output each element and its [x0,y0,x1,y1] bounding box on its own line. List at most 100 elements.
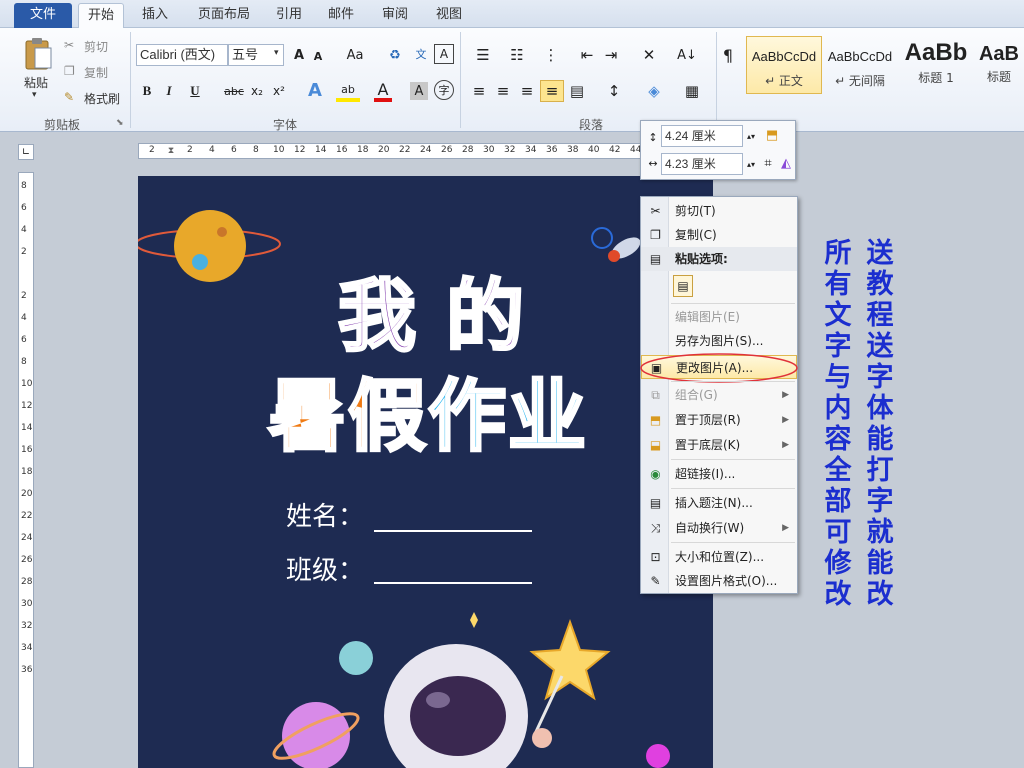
tab-page-layout[interactable]: 页面布局 [188,3,260,28]
line-spacing-icon[interactable]: ↕ [600,80,628,102]
subscript-button[interactable]: x₂ [248,80,266,102]
multilevel-list-icon[interactable]: ⋮ [536,44,566,66]
group-divider [716,32,717,128]
style-no-spacing[interactable]: AaBbCcDd ↵ 无间隔 [822,36,898,94]
rotate-icon[interactable]: ◭ [777,153,795,173]
superscript-button[interactable]: x² [270,80,288,102]
menu-item-copy[interactable]: ❐ 复制(C) [641,223,797,247]
menu-item-bring-to-front[interactable]: ⬒ 置于顶层(R) ▶ [641,408,797,432]
style-name: ↵ 无间隔 [835,74,885,88]
menu-separator [671,488,795,489]
paste-dropdown-icon[interactable]: ▾ [32,90,37,100]
numbering-icon[interactable]: ☷ [502,44,532,66]
menu-item-save-as-picture[interactable]: 另存为图片(S)... [641,329,797,353]
menu-item-send-to-back[interactable]: ⬓ 置于底层(K) ▶ [641,433,797,457]
decrease-indent-icon[interactable]: ⇤ [576,44,598,66]
paste-as-picture-icon[interactable]: ▤ [673,275,693,297]
height-field[interactable]: 4.24 厘米 [661,125,743,147]
side-note-tutorial-fonts: 送教程 送字体 能打字就能改 [866,238,894,610]
shading-icon[interactable]: ◈ [640,80,668,102]
borders-icon[interactable]: ▦ [678,80,706,102]
tab-references[interactable]: 引用 [266,3,312,28]
bold-button[interactable]: B [138,80,156,102]
menu-item-wrap-text[interactable]: ⤨ 自动换行(W) ▶ [641,516,797,540]
tab-mailings[interactable]: 邮件 [318,3,364,28]
increase-indent-icon[interactable]: ⇥ [600,44,622,66]
width-spinner-icon[interactable]: ▴▾ [745,153,757,175]
dialog-launcher-icon[interactable]: ⬊ [116,118,124,128]
paste-button[interactable]: 粘贴 [24,74,48,91]
menu-item-edit-picture[interactable]: 编辑图片(E) [641,305,797,329]
indent-marker-icon[interactable]: ⧗ [166,140,176,162]
ruler-tick-label: 16 [336,145,348,155]
menu-item-format-picture[interactable]: ✎ 设置图片格式(O)... [641,569,797,593]
sort-icon[interactable]: A↓ [676,44,698,66]
tab-review[interactable]: 审阅 [372,3,418,28]
shrink-font-icon[interactable]: A [310,46,326,66]
ruler-tick-label: 24 [21,533,33,543]
style-normal[interactable]: AaBbCcDd ↵ 正文 [746,36,822,94]
tab-home[interactable]: 开始 [78,3,124,28]
title-line-1[interactable]: 我的 [336,254,554,366]
name-blank-line[interactable] [374,530,532,532]
grow-font-icon[interactable]: A [290,44,308,66]
align-center-icon[interactable]: ≡ [492,80,514,102]
width-field[interactable]: 4.23 厘米 [661,153,743,175]
menu-item-cut[interactable]: ✂ 剪切(T) [641,199,797,223]
title-line-2[interactable]: 暑假作业 [266,354,588,466]
menu-item-group[interactable]: ⧉ 组合(G) ▶ [641,383,797,407]
menu-item-size-position[interactable]: ⊡ 大小和位置(Z)... [641,545,797,569]
horizontal-ruler[interactable]: 2 2 4 6 8 10 12 14 16 18 20 22 24 26 28 … [138,143,713,159]
tab-insert[interactable]: 插入 [132,3,178,28]
bullets-icon[interactable]: ☰ [468,44,498,66]
font-color-icon[interactable]: A [374,80,392,102]
copy-icon: ❐ [64,64,75,78]
char-border-icon[interactable]: A [434,44,454,64]
document-page[interactable]: 我的 暑假作业 姓名： 班级： [138,176,713,768]
ruler-tick-label: 2 [187,145,193,155]
tab-file[interactable]: 文件 [14,3,72,28]
char-shading-icon[interactable]: A [410,82,428,100]
strikethrough-button[interactable]: abc [220,80,248,102]
phonetic-guide-icon[interactable]: 文 [410,42,432,66]
ruler-tick-label: 30 [21,599,33,609]
ruler-tick-label: 32 [504,145,516,155]
underline-button[interactable]: U [186,80,204,102]
cut-button[interactable]: 剪切 [84,38,108,55]
style-heading-1[interactable]: AaBb 标题 1 [898,36,974,94]
crop-icon[interactable]: ⌗ [759,153,777,173]
clear-format-icon[interactable]: ♻ [384,44,406,66]
style-title[interactable]: AaB 标题 [974,36,1024,94]
italic-button[interactable]: I [160,80,178,102]
enclose-char-icon[interactable]: 字 [434,80,454,100]
class-blank-line[interactable] [374,582,532,584]
title-char: 暑 [266,371,349,464]
context-menu: ✂ 剪切(T) ❐ 复制(C) ▤ 粘贴选项: ▤ 编辑图片(E) 另存为图片(S).… [640,196,798,594]
font-size-dropdown-icon[interactable]: ▾ [274,48,279,58]
group-divider [130,32,131,128]
height-spinner-icon[interactable]: ▴▾ [745,125,757,147]
justify-icon[interactable]: ≡ [540,80,564,102]
distribute-icon[interactable]: ▤ [566,80,588,102]
change-case-button[interactable]: Aa [342,44,368,66]
paste-icon[interactable] [20,34,56,74]
vertical-ruler[interactable]: 8 6 4 2 2 4 6 8 10 12 14 16 18 20 22 24 … [18,172,34,768]
align-right-icon[interactable]: ≡ [516,80,538,102]
highlight-icon[interactable]: ab [336,80,360,102]
menu-item-insert-caption[interactable]: ▤ 插入题注(N)... [641,491,797,515]
ruler-tick-label: 40 [588,145,600,155]
font-name-combo[interactable]: Calibri (西文) [136,44,228,66]
show-marks-icon[interactable]: ¶ [718,44,738,66]
menu-item-hyperlink[interactable]: ◉ 超链接(I)... [641,462,797,486]
text-effects-icon[interactable]: A [304,78,326,102]
ruler-tick-label: 32 [21,621,33,631]
tab-view[interactable]: 视图 [426,3,472,28]
align-left-icon[interactable]: ≡ [468,80,490,102]
chinese-layout-icon[interactable]: ✕ [634,44,664,66]
style-name: 标题 [986,70,1011,84]
tab-selector-icon[interactable]: ∟ [18,144,34,160]
bring-forward-icon[interactable]: ⬒ [763,125,781,145]
height-icon: ↕ [648,130,658,144]
copy-button[interactable]: 复制 [84,64,108,81]
format-painter-button[interactable]: 格式刷 [84,90,120,107]
